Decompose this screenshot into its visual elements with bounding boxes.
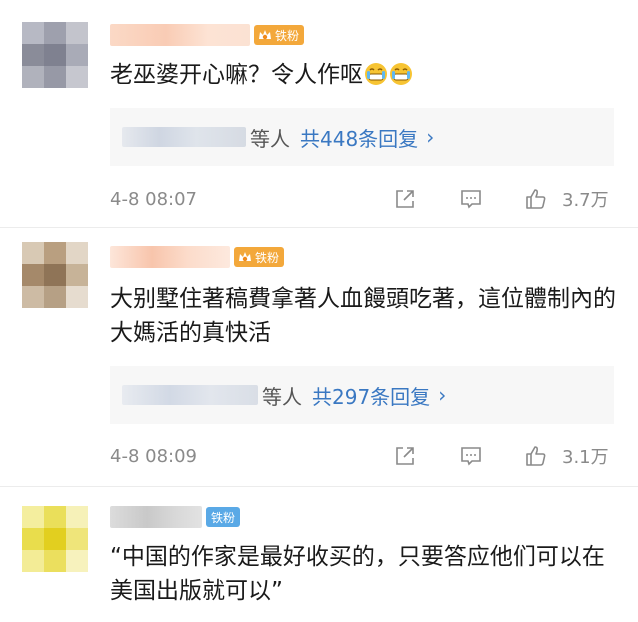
like-icon[interactable] xyxy=(524,444,548,468)
fan-badge-label: 铁粉 xyxy=(255,250,280,265)
username-row: 铁粉 xyxy=(110,23,305,47)
reply-count-link[interactable]: 共297条回复 xyxy=(312,381,430,410)
divider xyxy=(0,227,638,228)
fan-badge-label: 铁粉 xyxy=(275,28,300,43)
like-count: 3.1万 xyxy=(562,447,609,468)
like-count: 3.7万 xyxy=(562,190,609,211)
comment-text-content: 老巫婆开心嘛？令人作呕 xyxy=(110,62,363,88)
chevron-right-icon: › xyxy=(426,125,435,149)
comment-actions: 3.7万 xyxy=(110,184,620,214)
fan-badge-label: 铁粉 xyxy=(211,510,236,525)
comment-text: “中国的作家是最好收买的，只要答应他们可以在美国出版就可以” xyxy=(110,540,620,608)
username[interactable] xyxy=(110,246,230,268)
username-row: 铁粉 xyxy=(110,245,285,269)
username-row: 铁粉 xyxy=(110,505,241,529)
reply-preview[interactable]: 等人 共297条回复 › xyxy=(110,366,614,424)
comment-text: 老巫婆开心嘛？令人作呕 xyxy=(110,58,620,92)
share-icon[interactable] xyxy=(393,444,417,468)
avatar[interactable] xyxy=(22,242,88,308)
fan-badge: 铁粉 xyxy=(206,507,241,527)
reply-preview[interactable]: 等人 共448条回复 › xyxy=(110,108,614,166)
share-icon[interactable] xyxy=(393,187,417,211)
comment-icon[interactable] xyxy=(459,444,483,468)
fan-badge: 铁粉 xyxy=(254,25,305,45)
comment-actions: 3.1万 xyxy=(110,441,620,471)
comment-icon[interactable] xyxy=(459,187,483,211)
crown-icon xyxy=(259,30,271,40)
comment-text-content: “中国的作家是最好收买的，只要答应他们可以在美国出版就可以” xyxy=(110,544,605,604)
grimace-emoji-icon xyxy=(365,63,387,85)
like-icon[interactable] xyxy=(524,187,548,211)
reply-who: 等人 xyxy=(262,384,302,409)
avatar[interactable] xyxy=(22,22,88,88)
username[interactable] xyxy=(110,24,250,46)
divider xyxy=(0,486,638,487)
grimace-emoji-icon xyxy=(390,63,412,85)
chevron-right-icon: › xyxy=(438,383,447,407)
reply-count-link[interactable]: 共448条回复 xyxy=(300,123,418,152)
avatar[interactable] xyxy=(22,506,88,572)
comment-text: 大别墅住著稿費拿著人血饅頭吃著，這位體制內的大媽活的真快活 xyxy=(110,282,620,350)
comment-text-content: 大别墅住著稿費拿著人血饅頭吃著，這位體制內的大媽活的真快活 xyxy=(110,286,616,346)
comment-meta: 4-8 08:09 3.1万 xyxy=(110,441,620,471)
fan-badge: 铁粉 xyxy=(234,247,285,267)
username[interactable] xyxy=(110,506,202,528)
reply-user-names xyxy=(122,385,258,405)
reply-user-names xyxy=(122,127,246,147)
comment-meta: 4-8 08:07 3.7万 xyxy=(110,184,620,214)
reply-who: 等人 xyxy=(250,126,290,151)
crown-icon xyxy=(239,252,251,262)
